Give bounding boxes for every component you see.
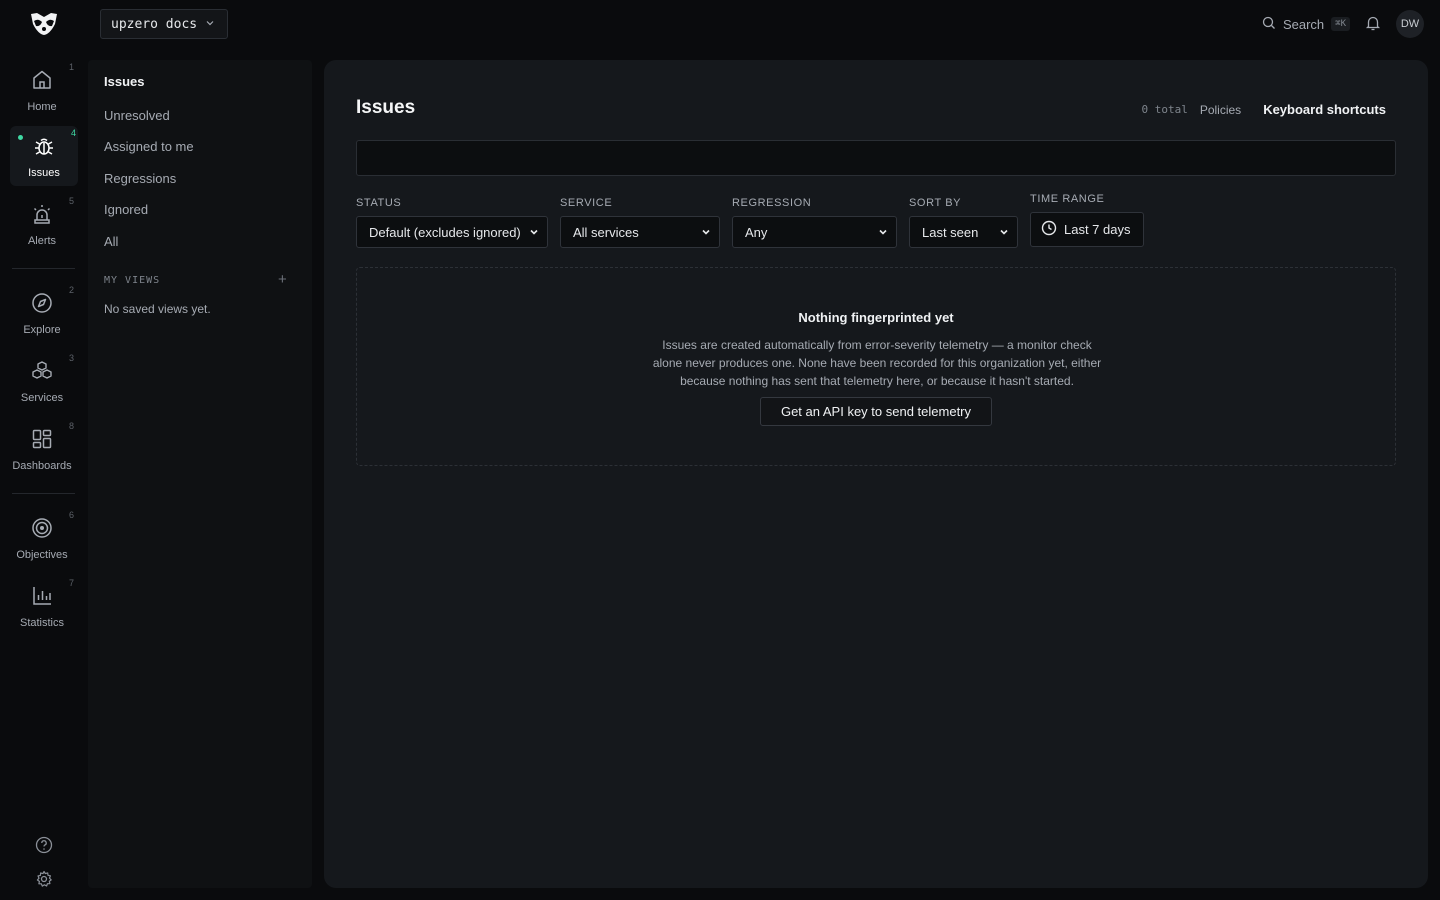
nav-shortcut-number: 8 — [68, 421, 74, 431]
nav-shortcut-number: 6 — [68, 510, 74, 520]
sort-select[interactable]: Last seen — [909, 216, 1018, 248]
time-range-button[interactable]: Last 7 days — [1030, 212, 1144, 247]
subnav-item-regressions[interactable]: Regressions — [104, 171, 176, 186]
nav-item-statistics[interactable]: 7 Statistics — [8, 576, 76, 636]
nav-shortcut-number: 5 — [68, 196, 74, 206]
subnav-item-unresolved[interactable]: Unresolved — [104, 108, 170, 123]
nav-item-dashboards[interactable]: 8 Dashboards — [8, 419, 76, 479]
status-filter-label: STATUS — [356, 197, 402, 209]
bell-icon[interactable] — [1364, 14, 1382, 35]
nav-item-explore[interactable]: 2 Explore — [8, 283, 76, 343]
regression-select-value: Any — [745, 224, 768, 240]
subnav-item-all[interactable]: All — [104, 234, 118, 249]
top-bar: upzero docs Search ⌘K DW — [0, 0, 1440, 48]
siren-icon — [30, 202, 54, 229]
regression-filter: REGRESSION Any — [732, 197, 897, 248]
sort-filter: SORT BY Last seen — [909, 197, 1018, 248]
search-icon — [1262, 16, 1276, 33]
nav-divider — [12, 493, 75, 494]
clock-icon — [1041, 220, 1057, 239]
active-indicator-dot — [18, 135, 23, 140]
nav-label: Alerts — [27, 234, 57, 247]
chevron-down-icon — [205, 17, 215, 32]
service-select-value: All services — [573, 224, 639, 240]
dashboard-grid-icon — [30, 427, 54, 454]
chevron-down-icon — [878, 225, 888, 240]
nav-shortcut-number: 3 — [68, 353, 74, 363]
total-count: 0 total — [1141, 103, 1188, 116]
nav-item-services[interactable]: 3 Services — [8, 351, 76, 411]
home-icon — [30, 68, 54, 95]
empty-state-title: Nothing fingerprinted yet — [798, 310, 954, 325]
search-label: Search — [1282, 16, 1325, 32]
boxes-icon — [30, 359, 54, 386]
compass-icon — [30, 291, 54, 318]
sort-select-value: Last seen — [922, 224, 979, 240]
primary-nav-rail: 1 Home 4 Issues 5 Alerts 2 Explore 3 Ser… — [0, 48, 88, 900]
global-search-button[interactable]: Search ⌘K — [1262, 16, 1350, 33]
nav-label: Home — [27, 100, 57, 113]
nav-label: Statistics — [19, 616, 64, 629]
nav-item-objectives[interactable]: 6 Objectives — [8, 508, 76, 568]
nav-shortcut-number: 2 — [68, 285, 74, 295]
org-switcher[interactable]: upzero docs — [100, 9, 228, 39]
my-views-heading: MY VIEWS — [104, 275, 161, 286]
keyboard-shortcuts-button[interactable]: Keyboard shortcuts — [1263, 102, 1386, 117]
gear-icon[interactable] — [32, 867, 56, 891]
page-title: Issues — [356, 97, 416, 118]
subnav-item-assigned-to-me[interactable]: Assigned to me — [104, 139, 194, 154]
subnav-title: Issues — [104, 74, 145, 89]
issues-subnav: Issues Unresolved Assigned to me Regress… — [88, 60, 312, 888]
regression-filter-label: REGRESSION — [732, 197, 812, 209]
nav-item-issues[interactable]: 4 Issues — [10, 126, 78, 186]
nav-item-alerts[interactable]: 5 Alerts — [8, 194, 76, 254]
nav-label: Objectives — [16, 548, 68, 561]
nav-item-home[interactable]: 1 Home — [8, 60, 76, 120]
chevron-down-icon — [701, 225, 711, 240]
help-icon[interactable] — [32, 833, 56, 857]
nav-shortcut-number: 4 — [70, 128, 76, 138]
nav-label: Issues — [28, 166, 60, 179]
raccoon-logo-icon[interactable] — [28, 10, 60, 38]
time-range-filter: TIME RANGE Last 7 days — [1030, 193, 1144, 247]
views-empty-message: No saved views yet. — [104, 302, 211, 316]
time-range-value: Last 7 days — [1064, 222, 1131, 237]
service-filter: SERVICE All services — [560, 197, 720, 248]
sort-filter-label: SORT BY — [909, 197, 962, 209]
nav-divider — [12, 268, 75, 269]
add-view-button[interactable]: + — [278, 271, 287, 288]
nav-label: Explore — [23, 323, 61, 336]
nav-shortcut-number: 1 — [68, 62, 74, 72]
time-range-label: TIME RANGE — [1030, 193, 1105, 205]
bug-icon — [32, 134, 56, 161]
issues-search-input[interactable] — [356, 140, 1396, 176]
subnav-item-ignored[interactable]: Ignored — [104, 202, 148, 217]
get-api-key-button[interactable]: Get an API key to send telemetry — [760, 397, 992, 426]
bar-chart-icon — [30, 584, 54, 611]
main-panel: Issues 0 total Policies Keyboard shortcu… — [324, 60, 1428, 888]
policies-link[interactable]: Policies — [1200, 103, 1241, 117]
search-shortcut-badge: ⌘K — [1331, 17, 1350, 31]
status-select[interactable]: Default (excludes ignored) — [356, 216, 548, 248]
chevron-down-icon — [529, 225, 539, 240]
service-filter-label: SERVICE — [560, 197, 613, 209]
regression-select[interactable]: Any — [732, 216, 897, 248]
service-select[interactable]: All services — [560, 216, 720, 248]
empty-state-description: Issues are created automatically from er… — [652, 338, 1102, 388]
chevron-down-icon — [999, 225, 1009, 240]
nav-label: Dashboards — [12, 459, 72, 472]
org-name: upzero docs — [111, 16, 198, 32]
target-icon — [30, 516, 54, 543]
empty-state: Nothing fingerprinted yet Issues are cre… — [356, 267, 1396, 466]
status-filter: STATUS Default (excludes ignored) — [356, 197, 548, 248]
nav-shortcut-number: 7 — [68, 578, 74, 588]
avatar[interactable]: DW — [1396, 10, 1424, 38]
status-select-value: Default (excludes ignored) — [369, 224, 521, 240]
nav-label: Services — [20, 391, 64, 404]
